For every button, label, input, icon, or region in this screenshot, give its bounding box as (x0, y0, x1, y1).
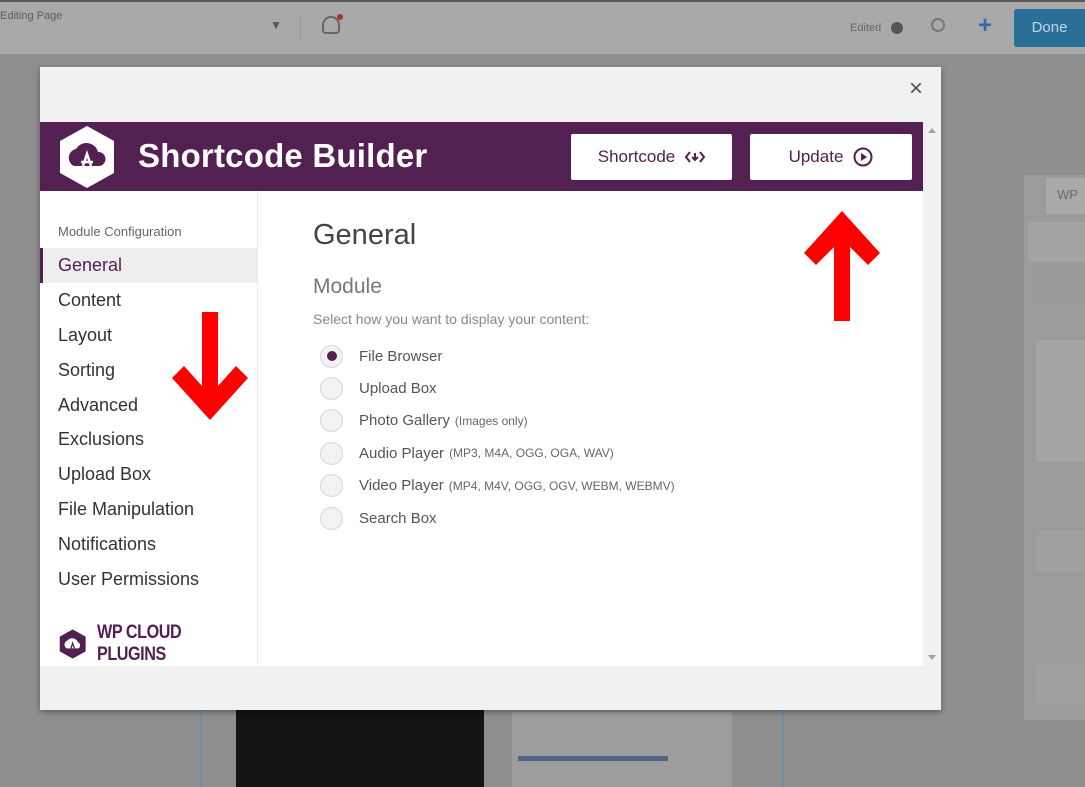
scroll-down-icon[interactable] (928, 655, 936, 660)
wp-cloud-plugins-logo-icon (60, 126, 114, 188)
search-icon[interactable] (931, 18, 945, 32)
code-icon (685, 151, 706, 163)
video-thumbnail (236, 710, 484, 787)
modal-title: Shortcode Builder (138, 137, 428, 174)
radio-label: Upload Box (359, 380, 437, 398)
sidebar-item-general[interactable]: General (40, 248, 257, 283)
settings-panel-tab-label: WP (1057, 187, 1078, 202)
update-button-label: Update (788, 147, 844, 166)
radio-hint: (MP3, M4A, OGG, OGA, WAV) (449, 446, 614, 461)
update-button[interactable]: Update (750, 134, 912, 180)
sidebar-item-upload-box[interactable]: Upload Box (40, 457, 257, 492)
settings-panel-button[interactable] (1036, 530, 1085, 572)
radio-hint: (MP4, M4V, OGG, OGV, WEBM, WEBMV) (448, 478, 675, 493)
radio-option-audio-player[interactable]: Audio Player (MP3, M4A, OGG, OGA, WAV) (320, 437, 675, 469)
settings-panel-section (1028, 222, 1085, 262)
section-title: General (313, 219, 417, 251)
edited-status: Edited (850, 22, 882, 34)
radio-label: Video Player (359, 477, 444, 495)
module-heading: Module (313, 275, 382, 298)
shortcode-button[interactable]: Shortcode (571, 134, 732, 180)
radio-label: Photo Gallery (359, 412, 450, 430)
close-icon[interactable]: × (905, 77, 927, 101)
radio-button[interactable] (320, 474, 343, 498)
module-configuration-sidebar: Module Configuration General Content Lay… (40, 191, 258, 666)
radio-option-photo-gallery[interactable]: Photo Gallery (Images only) (320, 405, 675, 437)
shortcode-button-label: Shortcode (597, 147, 676, 166)
page-title: Editing Page (0, 10, 63, 22)
edited-status-icon (891, 22, 903, 34)
file-browser-thumbnail (512, 712, 732, 787)
radio-label: File Browser (359, 347, 443, 365)
sidebar-item-exclusions[interactable]: Exclusions (40, 422, 257, 457)
sidebar-heading: Module Configuration (58, 224, 182, 239)
add-icon[interactable]: + (978, 12, 992, 40)
done-button[interactable]: Done (1014, 9, 1085, 47)
module-description: Select how you want to display your cont… (313, 311, 590, 327)
radio-label: Audio Player (359, 444, 445, 462)
annotation-arrow-down-icon (172, 312, 248, 420)
sidebar-item-notifications[interactable]: Notifications (40, 527, 257, 562)
brand-footer: WP CLOUD PLUGINS (58, 622, 257, 666)
radio-button[interactable] (320, 506, 343, 530)
notification-dot (337, 14, 343, 20)
radio-option-video-player[interactable]: Video Player (MP4, M4V, OGG, OGV, WEBM, … (320, 470, 675, 502)
module-radio-group: File Browser Upload Box Photo Gallery (I… (320, 340, 675, 534)
radio-option-upload-box[interactable]: Upload Box (320, 372, 675, 404)
scroll-up-icon[interactable] (928, 128, 936, 133)
radio-button[interactable] (320, 377, 343, 401)
divider (300, 14, 301, 42)
brand-name: WP CLOUD PLUGINS (97, 622, 182, 665)
play-circle-icon (853, 147, 873, 167)
wp-cloud-plugins-small-logo-icon (59, 629, 86, 659)
editor-top-bar: Editing Page ▼ Edited + Done (0, 0, 1085, 54)
radio-label: Search Box (359, 509, 437, 527)
settings-panel-textarea[interactable] (1036, 340, 1085, 462)
radio-option-search-box[interactable]: Search Box (320, 502, 675, 534)
chevron-down-icon[interactable]: ▼ (270, 18, 282, 32)
modal-body: Module Configuration General Content Lay… (40, 191, 923, 666)
radio-button-checked[interactable] (320, 344, 343, 368)
settings-panel-section-header[interactable] (1032, 265, 1085, 299)
radio-hint: (Images only) (454, 413, 528, 428)
radio-button[interactable] (320, 409, 343, 433)
sidebar-item-file-manipulation[interactable]: File Manipulation (40, 492, 257, 527)
thumbnail-header-bar (518, 756, 668, 761)
sidebar-item-user-permissions[interactable]: User Permissions (40, 562, 257, 597)
modal-header: Shortcode Builder Shortcode Update (40, 122, 923, 191)
settings-panel-footer (1036, 665, 1085, 703)
modal-scrollbar[interactable] (923, 122, 941, 666)
radio-option-file-browser[interactable]: File Browser (320, 340, 675, 372)
annotation-arrow-up-icon (804, 211, 880, 321)
radio-button[interactable] (320, 441, 343, 465)
